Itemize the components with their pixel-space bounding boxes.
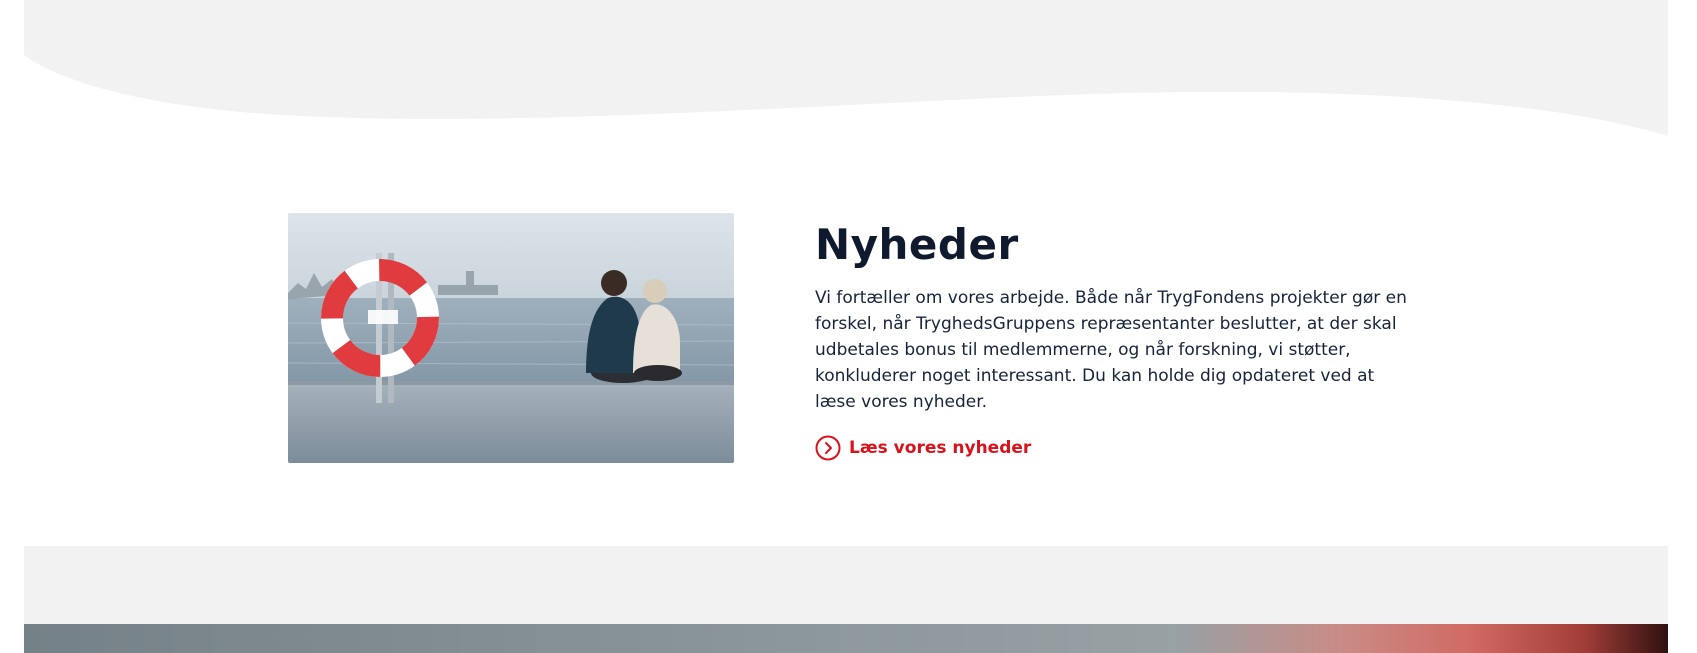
news-description: Vi fortæller om vores arbejde. Både når … xyxy=(815,288,1407,412)
news-section: Nyheder Vi fortæller om vores arbejde. B… xyxy=(815,220,1415,461)
page: Nyheder Vi fortæller om vores arbejde. B… xyxy=(0,0,1697,653)
read-news-link-label: Læs vores nyheder xyxy=(849,438,1032,458)
chevron-circle-right-icon xyxy=(815,435,841,461)
news-title: Nyheder xyxy=(815,220,1019,269)
news-image xyxy=(288,213,734,463)
top-wave-decoration xyxy=(24,0,1668,136)
gray-section-band xyxy=(24,546,1668,624)
next-section-image xyxy=(24,624,1668,653)
read-news-link[interactable]: Læs vores nyheder xyxy=(815,435,1031,461)
